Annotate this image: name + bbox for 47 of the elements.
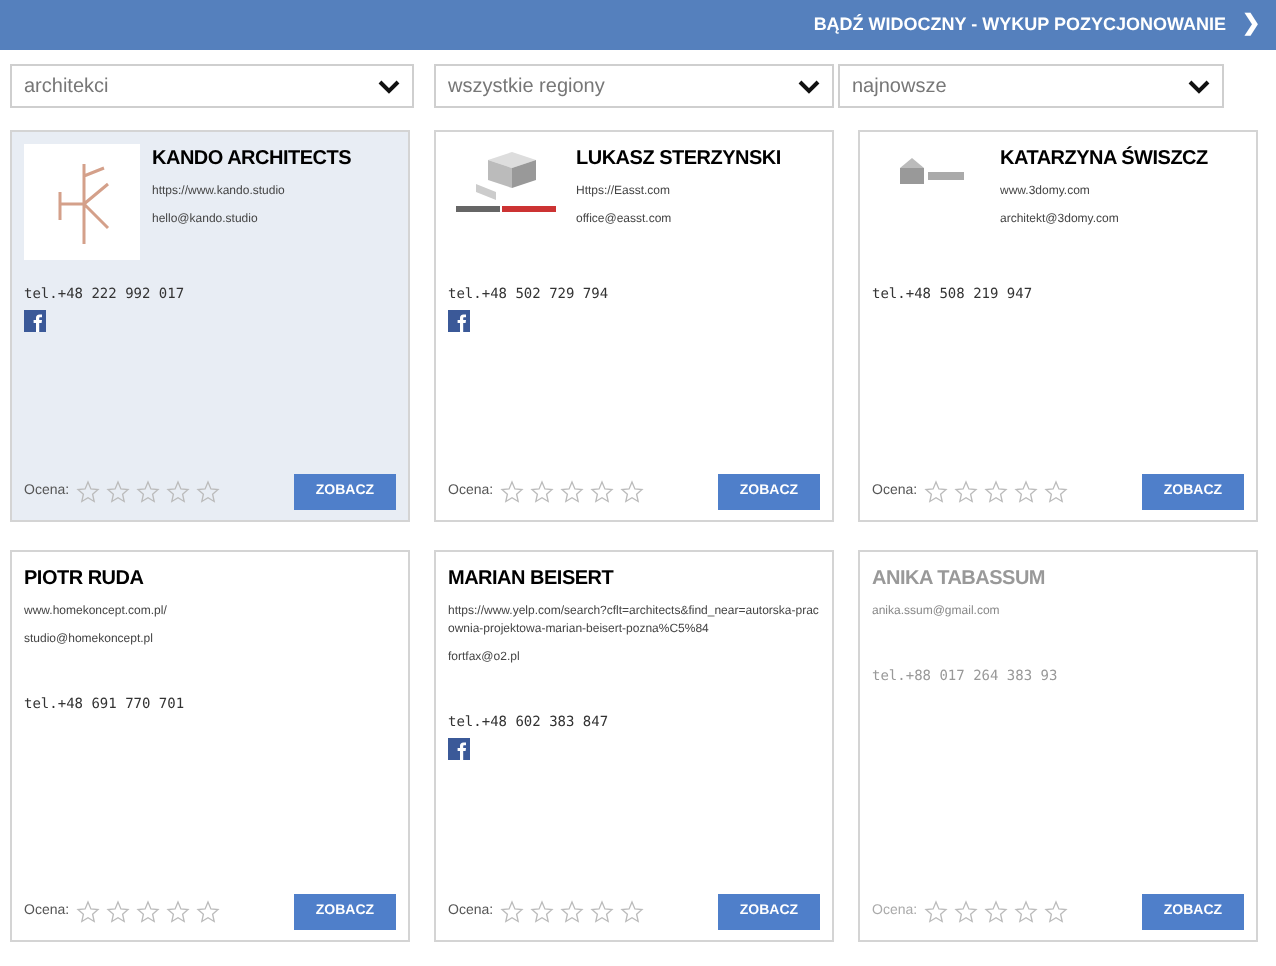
chevron-right-icon: ❯ — [1242, 14, 1260, 36]
chevron-down-icon — [378, 79, 400, 93]
star-icon[interactable] — [1043, 900, 1068, 924]
star-icon[interactable] — [953, 900, 978, 924]
star-icon[interactable] — [983, 900, 1008, 924]
chevron-down-icon — [1188, 79, 1210, 93]
dropdown[interactable]: architekci — [10, 64, 414, 108]
star-icon[interactable] — [923, 900, 948, 924]
star-icon[interactable] — [165, 480, 190, 504]
facebook-icon[interactable] — [448, 309, 470, 331]
star-icon[interactable] — [75, 900, 100, 924]
facebook-icon[interactable] — [24, 309, 46, 331]
star-icon[interactable] — [195, 900, 220, 924]
promo-link[interactable]: BĄDŹ WIDOCZNY - WYKUP POZYCJONOWANIE — [813, 11, 1226, 39]
star-icon[interactable] — [135, 900, 160, 924]
star-icon[interactable] — [923, 480, 948, 504]
star-icon[interactable] — [75, 480, 100, 504]
star-icon[interactable] — [1043, 480, 1068, 504]
chevron-down-icon — [798, 79, 820, 93]
star-icon[interactable] — [529, 900, 554, 924]
star-icon[interactable] — [105, 480, 130, 504]
company-name: ANIKA TABASSUM — [872, 566, 1045, 594]
star-icon[interactable] — [589, 900, 614, 924]
star-icon[interactable] — [983, 480, 1008, 504]
company-name: PIOTR RUDA — [24, 566, 146, 594]
star-icon[interactable] — [1013, 480, 1038, 504]
company-name: LUKASZ STERZYNSKI — [576, 146, 781, 174]
star-icon[interactable] — [559, 480, 584, 504]
dropdown[interactable]: najnowsze — [838, 64, 1224, 108]
star-icon[interactable] — [589, 480, 614, 504]
star-icon[interactable] — [195, 480, 220, 504]
star-icon[interactable] — [619, 480, 644, 504]
dropdown[interactable]: wszystkie regiony — [434, 64, 834, 108]
star-icon[interactable] — [619, 900, 644, 924]
star-icon[interactable] — [165, 900, 190, 924]
star-icon[interactable] — [529, 480, 554, 504]
star-icon[interactable] — [499, 480, 524, 504]
star-icon[interactable] — [953, 480, 978, 504]
facebook-icon[interactable] — [448, 737, 470, 759]
company-name: MARIAN BEISERT — [448, 566, 616, 594]
star-icon[interactable] — [105, 900, 130, 924]
company-name: KATARZYNA ŚWISZCZ — [1000, 144, 1208, 174]
star-icon[interactable] — [559, 900, 584, 924]
star-icon[interactable] — [1013, 900, 1038, 924]
star-icon[interactable] — [499, 900, 524, 924]
company-name: KANDO ARCHITECTS — [152, 146, 352, 174]
star-icon[interactable] — [135, 480, 160, 504]
